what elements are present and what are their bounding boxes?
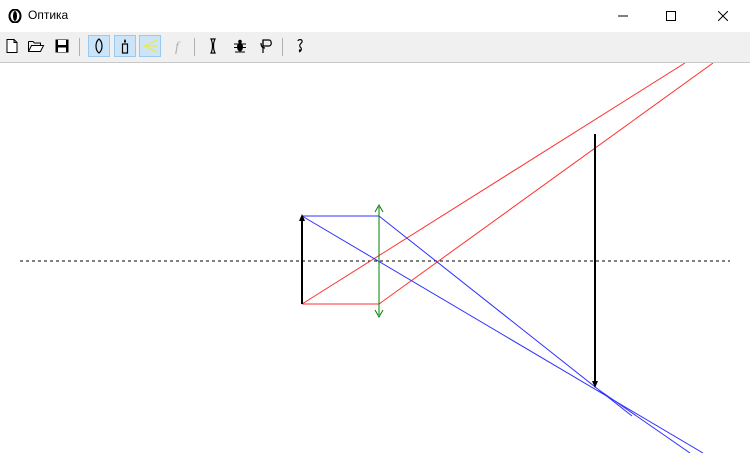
concave-lens-icon bbox=[210, 38, 216, 54]
help-icon bbox=[297, 39, 303, 53]
info-tool-button[interactable] bbox=[256, 35, 278, 57]
focus-tool-button[interactable]: f bbox=[167, 35, 189, 57]
title-bar: Оптика bbox=[0, 0, 750, 32]
svg-text:f: f bbox=[175, 40, 181, 54]
optics-canvas[interactable] bbox=[0, 63, 750, 453]
maximize-icon bbox=[666, 11, 676, 21]
help-tool-button[interactable] bbox=[289, 35, 311, 57]
new-document-icon bbox=[6, 39, 18, 53]
ray-blue-parallel bbox=[302, 215, 633, 417]
close-icon bbox=[718, 11, 728, 21]
debug-tool-button[interactable] bbox=[229, 35, 251, 57]
window-title: Оптика bbox=[28, 8, 69, 22]
open-folder-icon bbox=[28, 41, 45, 52]
toolbar: f bbox=[0, 32, 750, 63]
ray-blue-central bbox=[301, 215, 704, 453]
minimize-button[interactable] bbox=[600, 0, 646, 32]
toolbar-separator bbox=[194, 38, 195, 56]
info-book-icon bbox=[260, 39, 272, 53]
focus-f-icon: f bbox=[175, 40, 181, 54]
save-disk-icon bbox=[55, 39, 69, 53]
candle-icon bbox=[121, 39, 129, 54]
new-file-button[interactable] bbox=[1, 35, 23, 57]
minimize-icon bbox=[618, 15, 628, 17]
toolbar-separator bbox=[79, 38, 80, 56]
lens-icon bbox=[95, 38, 103, 54]
app-window: Оптика f bbox=[0, 0, 750, 453]
ray-red-parallel bbox=[302, 63, 714, 305]
maximize-button[interactable] bbox=[648, 0, 694, 32]
open-file-button[interactable] bbox=[25, 35, 47, 57]
rays-icon bbox=[142, 39, 158, 53]
save-file-button[interactable] bbox=[51, 35, 73, 57]
toolbar-separator bbox=[282, 38, 283, 56]
bug-icon bbox=[234, 39, 246, 53]
object-arrow[interactable] bbox=[299, 214, 305, 304]
rays-tool-button[interactable] bbox=[139, 35, 161, 57]
close-button[interactable] bbox=[700, 0, 746, 32]
concave-lens-tool-button[interactable] bbox=[202, 35, 224, 57]
lens-app-icon bbox=[8, 9, 22, 23]
object-tool-button[interactable] bbox=[114, 35, 136, 57]
lens-tool-button[interactable] bbox=[88, 35, 110, 57]
ray-red-central bbox=[301, 63, 686, 305]
